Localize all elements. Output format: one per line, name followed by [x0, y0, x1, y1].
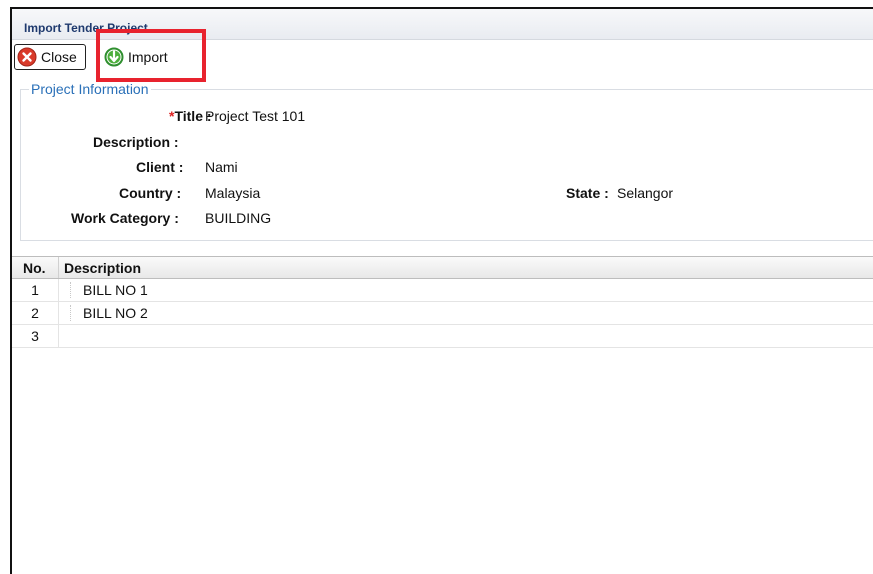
- table-row[interactable]: 3: [12, 325, 873, 348]
- toolbar: Close Import: [12, 40, 873, 76]
- work-category-value: BUILDING: [205, 210, 272, 226]
- table-row[interactable]: 2 BILL NO 2: [12, 302, 873, 325]
- column-divider: [58, 257, 59, 278]
- window-titlebar: Import Tender Project: [12, 9, 873, 40]
- state-label: State :: [566, 185, 609, 201]
- description-label: Description :: [93, 134, 179, 150]
- table-row[interactable]: 1 BILL NO 1: [12, 279, 873, 302]
- close-circle-icon: [17, 47, 37, 67]
- download-arrow-icon: [104, 47, 124, 67]
- state-value: Selangor: [617, 185, 674, 201]
- window-title: Import Tender Project: [24, 21, 148, 35]
- bill-grid: No. Description 1 BILL NO 1 2 BILL NO 2 …: [12, 256, 873, 574]
- close-button[interactable]: Close: [14, 44, 86, 70]
- grid-header: No. Description: [12, 256, 873, 279]
- row-divider: [58, 325, 59, 347]
- work-category-label: Work Category :: [71, 210, 179, 226]
- client-value: Nami: [205, 159, 238, 175]
- client-label: Client :: [136, 159, 184, 175]
- row-divider: [58, 279, 59, 301]
- title-value: Project Test 101: [205, 108, 306, 124]
- tree-line: [70, 305, 71, 321]
- column-header-description[interactable]: Description: [64, 260, 141, 276]
- row-number: 3: [31, 328, 39, 344]
- import-button-label: Import: [128, 49, 168, 65]
- row-number: 1: [31, 282, 39, 298]
- country-label: Country :: [119, 185, 182, 201]
- project-information-panel: Project Information *Title : Project Tes…: [20, 81, 873, 241]
- country-value: Malaysia: [205, 185, 261, 201]
- import-tender-window: Import Tender Project Close Import Proje…: [10, 7, 873, 574]
- project-information-legend: Project Information: [29, 81, 151, 97]
- row-number: 2: [31, 305, 39, 321]
- close-button-label: Close: [41, 49, 77, 65]
- row-description: BILL NO 1: [83, 282, 148, 298]
- row-divider: [58, 302, 59, 324]
- row-description: BILL NO 2: [83, 305, 148, 321]
- tree-line: [70, 282, 71, 298]
- import-button[interactable]: Import: [100, 44, 180, 70]
- column-header-no[interactable]: No.: [23, 260, 46, 276]
